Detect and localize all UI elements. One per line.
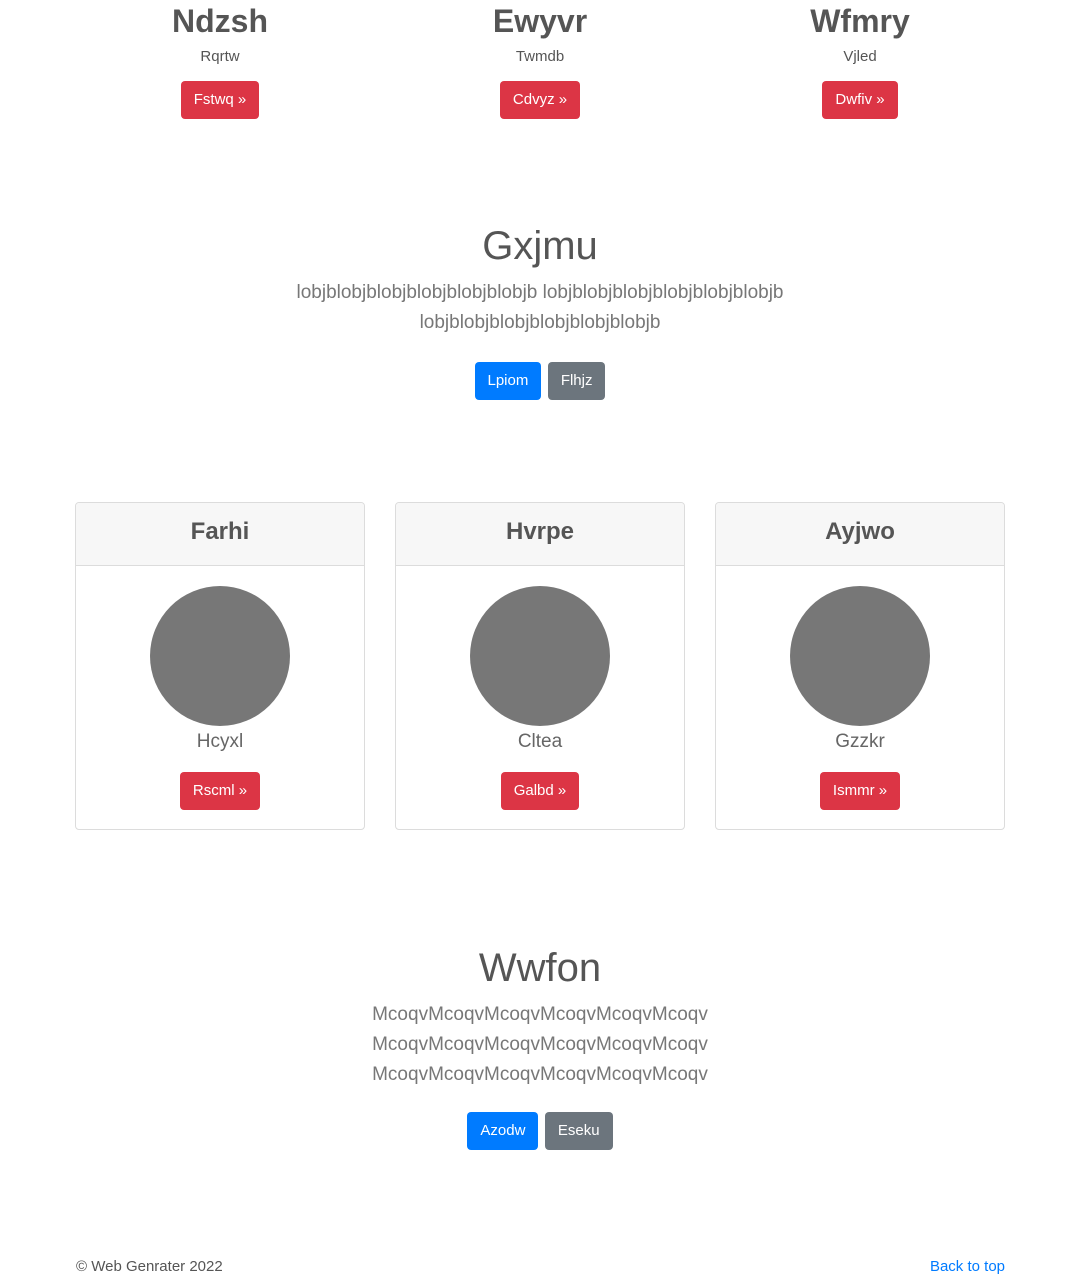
hero-lead-line: McoqvMcoqvMcoqvMcoqvMcoqvMcoqv: [372, 1034, 708, 1055]
avatar: [150, 586, 290, 726]
column-3-button[interactable]: Dwfiv »: [822, 81, 898, 119]
column-title: Ndzsh: [172, 3, 268, 39]
hero-lead-line: lobjblobjblobjblobjblobjblobjb lobjblobj…: [296, 282, 784, 303]
column-title: Ewyvr: [492, 3, 588, 39]
card-2-button[interactable]: Galbd »: [500, 772, 580, 810]
back-to-top-link[interactable]: Back to top: [930, 1256, 1005, 1278]
hero-lead: lobjblobjblobjblobjblobjblobjb lobjblobj…: [0, 278, 1080, 338]
card-2: Hvrpe Cltea Galbd »: [395, 502, 685, 830]
card-1-button[interactable]: Rscml »: [179, 772, 261, 810]
card-caption: Hcyxl: [196, 731, 244, 752]
top-column-3: Wfmry Vjled Dwfiv »: [710, 0, 1010, 119]
card-caption: Gzzkr: [835, 731, 885, 752]
hero-primary-button[interactable]: Lpiom: [474, 362, 542, 400]
hero-primary-button[interactable]: Azodw: [467, 1112, 539, 1150]
avatar: [790, 586, 930, 726]
column-1-button[interactable]: Fstwq »: [180, 81, 260, 119]
top-column-1: Ndzsh Rqrtw Fstwq »: [70, 0, 370, 119]
hero-lead: McoqvMcoqvMcoqvMcoqvMcoqvMcoqv McoqvMcoq…: [0, 1000, 1080, 1090]
column-text: Rqrtw: [200, 48, 240, 65]
card-3: Ayjwo Gzzkr Ismmr »: [715, 502, 1005, 830]
hero-button-row: Lpiom Flhjz: [0, 362, 1080, 400]
footer-copyright: © Web Genrater 2022: [76, 1258, 223, 1275]
hero-secondary-button[interactable]: Flhjz: [547, 362, 606, 400]
hero-title: Wwfon: [478, 946, 602, 990]
card-header: Farhi: [76, 503, 364, 566]
hero-lead-line: McoqvMcoqvMcoqvMcoqvMcoqvMcoqv: [372, 1004, 708, 1025]
card-header: Ayjwo: [716, 503, 1004, 566]
column-text: Twmdb: [515, 48, 565, 65]
hero-title: Gxjmu: [482, 224, 598, 268]
card-header: Hvrpe: [396, 503, 684, 566]
card-caption: Cltea: [517, 731, 563, 752]
hero-button-row: Azodw Eseku: [0, 1112, 1080, 1150]
hero-lead-line: lobjblobjblobjblobjblobjblobjb: [419, 312, 661, 333]
column-2-button[interactable]: Cdvyz »: [499, 81, 581, 119]
hero-lead-line: McoqvMcoqvMcoqvMcoqvMcoqvMcoqv: [372, 1064, 708, 1085]
page: Ndzsh Rqrtw Fstwq » Ewyvr Twmdb Cdvyz » …: [0, 0, 1080, 1278]
card-1: Farhi Hcyxl Rscml »: [75, 502, 365, 830]
hero-section-1: Gxjmu lobjblobjblobjblobjblobjblobjb lob…: [0, 222, 1080, 400]
hero-section-2: Wwfon McoqvMcoqvMcoqvMcoqvMcoqvMcoqv Mco…: [0, 944, 1080, 1150]
hero-secondary-button[interactable]: Eseku: [544, 1112, 613, 1150]
avatar: [470, 586, 610, 726]
column-title: Wfmry: [810, 3, 910, 39]
column-text: Vjled: [843, 48, 877, 65]
card-3-button[interactable]: Ismmr »: [819, 772, 901, 810]
top-column-2: Ewyvr Twmdb Cdvyz »: [390, 0, 690, 119]
